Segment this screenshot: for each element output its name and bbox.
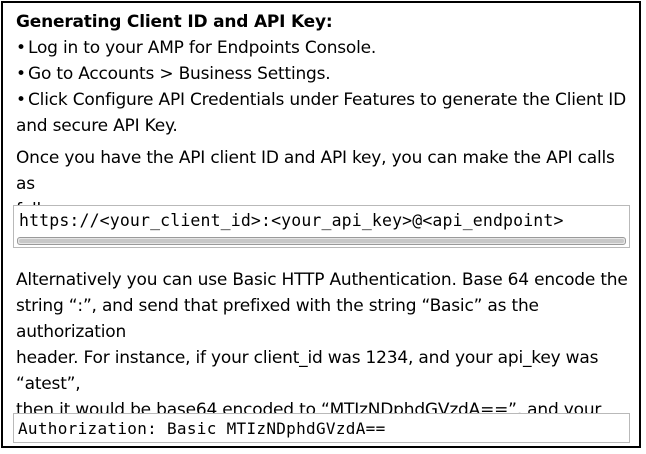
bullet-configure-continuation: and secure API Key. [16,116,178,136]
instructions-section: Generating Client ID and API Key: • Log i… [16,9,634,223]
endpoint-code-block: https://<your_client_id>:<your_api_key>@… [13,205,630,248]
bullet-marker: • [16,90,26,110]
horizontal-scrollbar[interactable] [17,237,626,245]
bullet-accounts: • Go to Accounts > Business Settings. [16,61,634,87]
auth-header-code-block: Authorization: Basic MTIzNDphdGVzdA== [13,413,630,443]
alt-line-1: Alternatively you can use Basic HTTP Aut… [16,270,628,290]
bullet-login: • Log in to your AMP for Endpoints Consol… [16,35,634,61]
bullet-configure: • Click Configure API Credentials under F… [16,87,634,113]
alt-line-3: header. For instance, if your client_id … [16,348,599,394]
auth-header-code: Authorization: Basic MTIzNDphdGVzdA== [18,419,386,438]
alt-line-2: string “:”, and send that prefixed with … [16,296,539,342]
bullet-text: Log in to your AMP for Endpoints Console… [28,38,377,58]
endpoint-code: https://<your_client_id>:<your_api_key>@… [19,211,564,230]
bullet-text: Click Configure API Credentials under Fe… [28,90,626,110]
bullet-text: Go to Accounts > Business Settings. [28,64,331,84]
scrollbar-thumb[interactable] [19,239,624,243]
intro-line-1: Once you have the API client ID and API … [16,148,615,194]
bullet-marker: • [16,38,26,58]
bullet-marker: • [16,64,26,84]
section-heading: Generating Client ID and API Key: [16,12,333,32]
